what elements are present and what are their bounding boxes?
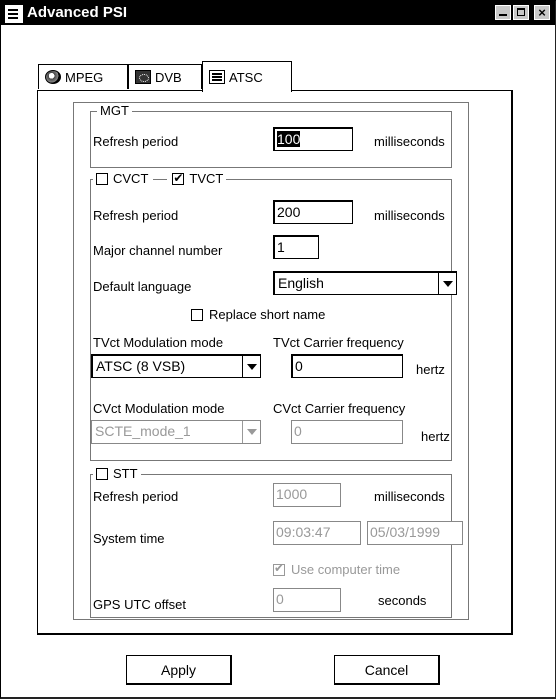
- minimize-button[interactable]: [495, 5, 511, 20]
- app-icon[interactable]: [5, 5, 23, 23]
- window-title: Advanced PSI: [27, 4, 128, 21]
- chevron-down-icon[interactable]: [438, 273, 456, 294]
- apply-button[interactable]: Apply: [126, 655, 232, 685]
- cvct-mod-value: SCTE_mode_1: [95, 423, 191, 439]
- vct-refresh-label: Refresh period: [93, 208, 179, 223]
- replace-short-name-label: Replace short name: [209, 307, 326, 322]
- mgt-refresh-value: 100: [277, 131, 301, 147]
- vct-group: CVCT TVCT Refresh period 200 millisecond…: [90, 170, 457, 461]
- tvct-mod-value: ATSC (8 VSB): [96, 358, 186, 374]
- cvct-mod-select[interactable]: SCTE_mode_1: [91, 420, 261, 444]
- atsc-settings-frame: MGT Refresh period 100 milliseconds CVCT…: [73, 102, 469, 620]
- cvct-freq-label: CVct Carrier frequency: [273, 401, 406, 416]
- vct-group-legend: CVCT TVCT: [93, 170, 227, 187]
- legend-divider: [153, 178, 168, 180]
- tvct-checkbox[interactable]: [172, 170, 185, 186]
- cancel-button[interactable]: Cancel: [334, 655, 440, 685]
- cvct-mod-label: CVct Modulation mode: [93, 401, 225, 416]
- tab-atsc[interactable]: ATSC: [202, 61, 292, 92]
- mgt-group-label: MGT: [100, 103, 129, 118]
- maximize-button[interactable]: [513, 5, 529, 20]
- vct-refresh-unit: milliseconds: [374, 208, 445, 223]
- stt-refresh-unit: milliseconds: [374, 489, 445, 504]
- stt-refresh-label: Refresh period: [93, 489, 179, 504]
- atsc-icon: [209, 70, 225, 84]
- cvct-freq-unit: hertz: [421, 429, 450, 444]
- cvct-freq-input[interactable]: 0: [291, 420, 403, 444]
- mgt-refresh-label: Refresh period: [93, 134, 179, 149]
- mgt-group-legend: MGT: [97, 103, 132, 119]
- close-button[interactable]: ×: [534, 5, 550, 20]
- tab-dvb[interactable]: DVB: [128, 64, 202, 89]
- use-computer-time-label: Use computer time: [291, 562, 401, 577]
- system-date-input[interactable]: 05/03/1999: [367, 521, 463, 545]
- close-icon: ×: [538, 5, 546, 20]
- stt-group: STT Refresh period 1000 milliseconds Sys…: [90, 466, 463, 618]
- advanced-psi-window: Advanced PSI × MPEG DVB ATSC MGT Refresh…: [0, 0, 556, 699]
- replace-short-name-option[interactable]: Replace short name: [191, 307, 325, 322]
- chevron-down-icon[interactable]: [242, 356, 260, 377]
- stt-group-legend: STT: [93, 466, 141, 482]
- default-language-select[interactable]: English: [273, 271, 457, 295]
- tvct-freq-input[interactable]: 0: [291, 354, 403, 378]
- gps-utc-offset-unit: seconds: [378, 593, 427, 608]
- system-time-label: System time: [93, 531, 165, 546]
- system-time-input[interactable]: 09:03:47: [273, 521, 361, 545]
- tvct-freq-unit: hertz: [416, 362, 445, 377]
- globe-icon: [45, 70, 61, 84]
- default-language-label: Default language: [93, 279, 192, 294]
- tab-mpeg[interactable]: MPEG: [38, 64, 128, 89]
- gps-utc-offset-label: GPS UTC offset: [93, 597, 186, 612]
- tvct-mod-label: TVct Modulation mode: [93, 335, 224, 350]
- default-language-value: English: [278, 275, 324, 291]
- use-computer-time-checkbox[interactable]: [273, 561, 285, 576]
- tab-atsc-label: ATSC: [229, 69, 263, 85]
- major-channel-label: Major channel number: [93, 243, 223, 258]
- replace-short-name-checkbox[interactable]: [191, 308, 203, 321]
- chevron-down-icon[interactable]: [242, 421, 260, 443]
- stt-checkbox[interactable]: [96, 468, 108, 480]
- tab-dvb-label: DVB: [155, 69, 182, 85]
- tvct-freq-label: TVct Carrier frequency: [273, 335, 404, 350]
- mgt-refresh-unit: milliseconds: [374, 134, 445, 149]
- tvct-mod-select[interactable]: ATSC (8 VSB): [91, 354, 261, 378]
- cvct-checkbox[interactable]: [96, 173, 108, 185]
- cvct-label: CVCT: [113, 171, 149, 186]
- tab-mpeg-label: MPEG: [65, 69, 104, 85]
- use-computer-time-option[interactable]: Use computer time: [273, 561, 401, 577]
- mgt-refresh-input[interactable]: 100: [273, 127, 353, 151]
- gps-utc-offset-input[interactable]: 0: [273, 588, 341, 612]
- title-bar[interactable]: Advanced PSI ×: [1, 1, 555, 25]
- mgt-group: MGT Refresh period 100 milliseconds: [90, 103, 452, 168]
- stt-label: STT: [113, 466, 138, 481]
- atsc-tab-panel: MGT Refresh period 100 milliseconds CVCT…: [37, 90, 513, 635]
- major-channel-input[interactable]: 1: [273, 235, 319, 259]
- tvct-label: TVCT: [189, 171, 224, 186]
- dvb-icon: [135, 70, 151, 84]
- vct-refresh-input[interactable]: 200: [273, 200, 353, 224]
- stt-refresh-input[interactable]: 1000: [273, 483, 341, 507]
